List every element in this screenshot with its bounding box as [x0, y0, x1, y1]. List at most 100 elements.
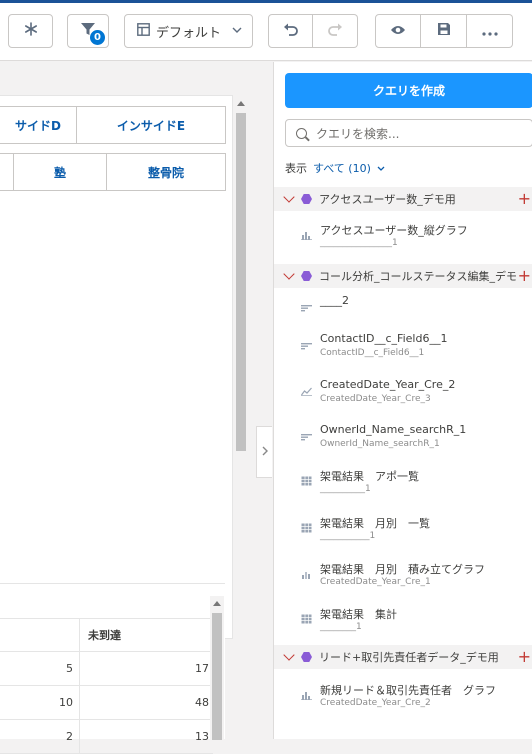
row-header-row: 塾 整骨院: [0, 153, 226, 191]
filter-button[interactable]: 0: [67, 14, 109, 48]
table-cell: 13: [195, 730, 209, 743]
toolbar: 0 デフォルト: [0, 3, 532, 61]
table-cell: 2: [0, 720, 80, 754]
table-cell: 17: [195, 662, 209, 675]
add-query-icon[interactable]: +: [515, 646, 531, 668]
query-item-title: ____2: [320, 294, 349, 307]
table-row: 10 48: [0, 686, 213, 720]
filter-lines-icon: [301, 431, 312, 441]
row-header-cell[interactable]: 整骨院: [107, 153, 226, 191]
scrollbar-thumb[interactable]: [212, 613, 222, 740]
query-group-name: アクセスユーザー数_デモ用: [319, 193, 456, 206]
query-item-title: 新規リード＆取引先責任者 グラフ: [320, 684, 496, 697]
chevron-down-icon: [232, 24, 242, 39]
more-icon: [481, 22, 498, 40]
query-item[interactable]: 架電結果 アポ一覧 __________1: [274, 462, 532, 502]
query-item-title: 架電結果 月別 積み立てグラフ: [320, 563, 485, 576]
query-item[interactable]: OwnerId_Name_searchR_1 OwnerId_Name_searc…: [274, 417, 532, 457]
table-widget: 未到達 5 17 10 48 2 13: [0, 583, 225, 754]
query-item[interactable]: 架電結果 集計 ________1: [274, 600, 532, 640]
filter-label: 表示: [285, 162, 307, 175]
scroll-up-icon[interactable]: [213, 601, 221, 606]
query-item-subtitle: ________________1: [320, 238, 398, 248]
dataset-icon: [301, 194, 312, 204]
canvas-vertical-scrollbar[interactable]: [234, 95, 248, 585]
table-vertical-scrollbar[interactable]: [210, 596, 224, 740]
query-item[interactable]: アクセスユーザー数_縦グラフ ________________1: [274, 216, 532, 256]
layout-select[interactable]: デフォルト: [124, 14, 253, 48]
filter-lines-icon: [301, 302, 312, 312]
save-button[interactable]: [421, 14, 467, 48]
undo-button[interactable]: [268, 14, 313, 48]
stacked-chart-icon: [301, 569, 312, 579]
more-button[interactable]: [467, 14, 513, 48]
column-header-row: サイドD インサイドE: [0, 106, 226, 144]
table-header-row: 未到達: [0, 618, 213, 653]
query-item-subtitle: ___________1: [320, 531, 376, 541]
chevron-down-icon[interactable]: [377, 162, 385, 175]
eye-icon: [390, 22, 406, 40]
table-cell: 48: [195, 696, 209, 709]
query-item[interactable]: 新規リード＆取引先責任者 グラフ CreatedDate_Year_Cre_2: [274, 676, 532, 716]
query-item[interactable]: ____2: [274, 288, 532, 328]
create-query-button[interactable]: クエリを作成: [285, 73, 532, 108]
line-chart-icon: [301, 386, 312, 397]
add-query-icon[interactable]: +: [515, 265, 531, 287]
bar-chart-icon: [301, 690, 312, 701]
settings-button[interactable]: [8, 14, 53, 48]
query-item[interactable]: 架電結果 月別 一覧 ___________1: [274, 509, 532, 549]
dashboard-canvas: サイドD インサイドE 塾 整骨院 未到達 5 17 10 48 2 13: [0, 62, 272, 754]
query-filter: 表示 すべて (10): [285, 160, 385, 176]
snowflake-icon: [24, 22, 38, 40]
column-header-cell[interactable]: サイドD: [0, 106, 77, 144]
panel-toggle-button[interactable]: [256, 426, 272, 478]
layout-select-value: デフォルト: [156, 25, 222, 41]
query-item[interactable]: CreatedDate_Year_Cre_2 CreatedDate_Year_C…: [274, 372, 532, 412]
query-item-title: 架電結果 月別 一覧: [320, 517, 430, 530]
table-cell: 10: [0, 686, 80, 720]
query-item-subtitle: CreatedDate_Year_Cre_2: [320, 698, 431, 708]
chevron-down-icon[interactable]: [283, 191, 295, 203]
search-placeholder: クエリを検索...: [316, 126, 400, 141]
redo-button[interactable]: [313, 14, 358, 48]
table-icon: [301, 523, 312, 533]
chevron-down-icon[interactable]: [283, 268, 295, 280]
query-item-title: CreatedDate_Year_Cre_2: [320, 378, 456, 391]
query-item-title: アクセスユーザー数_縦グラフ: [320, 224, 468, 237]
query-group[interactable]: リード+取引先責任者データ_デモ用 +: [274, 645, 532, 669]
query-group[interactable]: コール分析_コールステータス編集_デモ用 +: [274, 264, 532, 288]
query-group-name: コール分析_コールステータス編集_デモ用: [319, 270, 528, 283]
dataset-icon: [301, 652, 312, 662]
filter-select[interactable]: すべて (10): [313, 162, 371, 175]
table-row: 2 13: [0, 720, 213, 754]
search-icon: [296, 127, 307, 139]
filter-count-badge: 0: [90, 30, 105, 45]
query-item-subtitle: __________1: [320, 484, 371, 494]
table-cell: 5: [0, 652, 80, 686]
preview-button[interactable]: [375, 14, 421, 48]
query-item-subtitle: CreatedDate_Year_Cre_1: [320, 577, 431, 587]
query-item[interactable]: 架電結果 月別 積み立てグラフ CreatedDate_Year_Cre_1: [274, 555, 532, 595]
chevron-down-icon[interactable]: [283, 649, 295, 661]
query-item-title: 架電結果 アポ一覧: [320, 470, 419, 483]
table-icon: [301, 476, 312, 486]
query-item-subtitle: ________1: [320, 622, 362, 632]
save-icon: [437, 22, 451, 40]
undo-icon: [283, 22, 299, 40]
redo-icon: [327, 22, 343, 40]
scrollbar-thumb[interactable]: [236, 113, 246, 451]
column-header-cell[interactable]: インサイドE: [77, 106, 226, 144]
query-panel: クエリを作成 クエリを検索... 表示 すべて (10) アクセスユーザー数_デモ…: [273, 62, 532, 739]
query-item-title: OwnerId_Name_searchR_1: [320, 423, 467, 436]
query-search-input[interactable]: クエリを検索...: [285, 119, 532, 147]
query-item[interactable]: ContactID__c_Field6__1 ContactID__c_Field…: [274, 326, 532, 366]
filter-lines-icon: [301, 340, 312, 350]
query-group-name: リード+取引先責任者データ_デモ用: [319, 651, 499, 664]
add-query-icon[interactable]: +: [515, 188, 531, 210]
row-header-cell[interactable]: [0, 153, 14, 191]
row-header-cell[interactable]: 塾: [14, 153, 107, 191]
scroll-up-icon[interactable]: [237, 101, 245, 106]
query-item-subtitle: ContactID__c_Field6__1: [320, 348, 425, 358]
query-group[interactable]: アクセスユーザー数_デモ用 +: [274, 187, 532, 211]
table-icon: [301, 614, 312, 624]
